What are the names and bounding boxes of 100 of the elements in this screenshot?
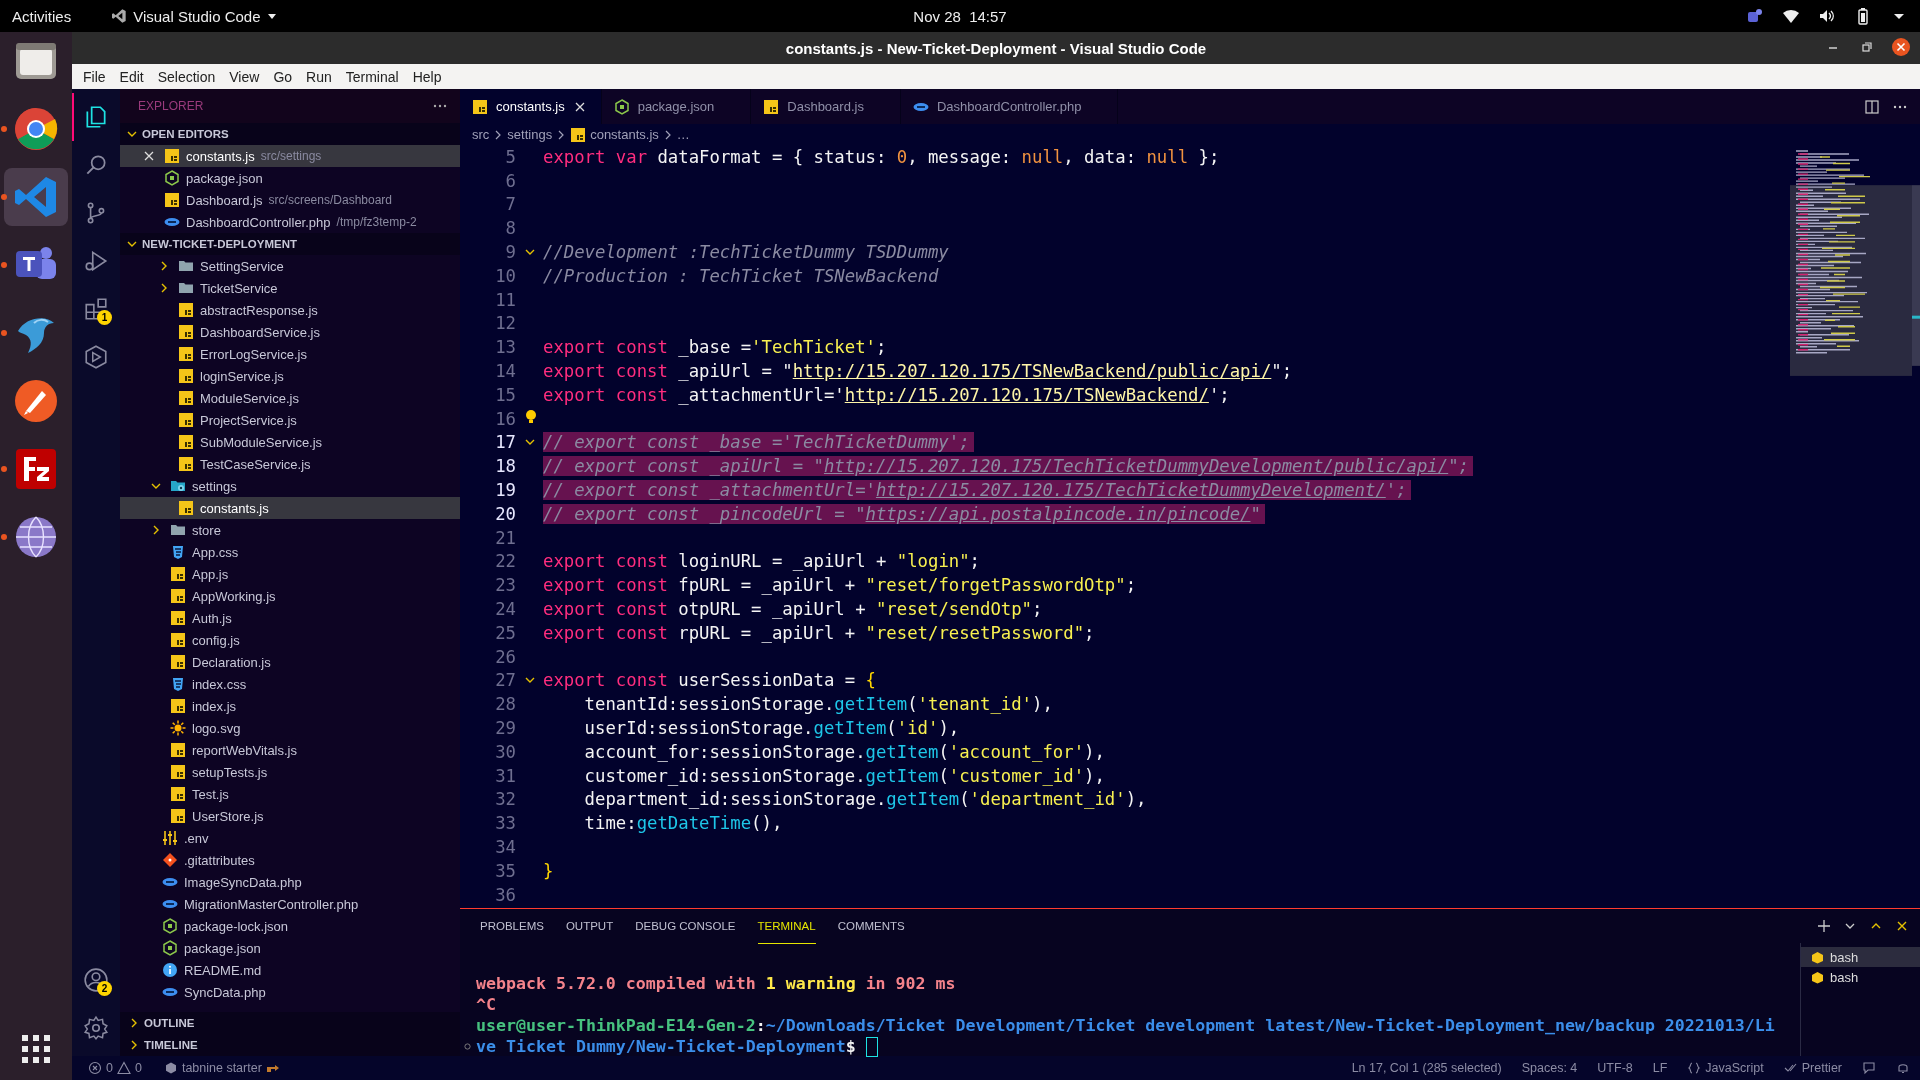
js-file-icon bbox=[170, 654, 186, 670]
app-menu[interactable]: Visual Studio Code bbox=[133, 7, 261, 25]
panel-tab[interactable]: OUTPUT bbox=[565, 908, 614, 944]
menu-item[interactable]: Edit bbox=[112, 68, 151, 85]
file-tree-item[interactable]: SettingService bbox=[120, 255, 460, 277]
file-tree-item[interactable]: abstractResponse.js bbox=[120, 299, 460, 321]
breadcrumb-item[interactable]: settings bbox=[507, 127, 553, 142]
menu-item[interactable]: View bbox=[222, 68, 267, 85]
breadcrumb-item[interactable]: src bbox=[472, 127, 490, 142]
menu-item[interactable]: Selection bbox=[150, 68, 223, 85]
chat-tray-icon[interactable] bbox=[1746, 7, 1764, 25]
file-tree-item[interactable]: constants.js bbox=[120, 497, 460, 519]
lightbulb-icon[interactable] bbox=[524, 408, 538, 425]
file-tree-item[interactable]: .gitattributes bbox=[120, 849, 460, 871]
file-tree-item[interactable]: loginService.js bbox=[120, 365, 460, 387]
open-editor-item[interactable]: constants.js src/settings bbox=[120, 145, 460, 167]
file-tree-item[interactable]: TestCaseService.js bbox=[120, 453, 460, 475]
account-icon[interactable] bbox=[83, 967, 109, 993]
breadcrumb-item[interactable]: constants.js bbox=[590, 127, 659, 142]
files-icon[interactable] bbox=[83, 104, 109, 130]
js-file-icon bbox=[763, 98, 780, 115]
file-tree-item[interactable]: config.js bbox=[120, 629, 460, 651]
file-tree-item[interactable]: ImageSyncData.php bbox=[120, 871, 460, 893]
js-file-icon bbox=[178, 368, 194, 384]
formatter-status[interactable]: Prettier bbox=[1801, 1061, 1842, 1075]
split-editor-icon[interactable] bbox=[1864, 98, 1880, 115]
menu-item[interactable]: Run bbox=[299, 68, 339, 85]
panel-tab[interactable]: TERMINAL bbox=[757, 908, 816, 944]
terminal-session[interactable]: bash bbox=[1801, 967, 1920, 987]
panel-tab[interactable]: COMMENTS bbox=[837, 908, 905, 944]
cursor-position[interactable]: Ln 17, Col 1 (285 selected) bbox=[1351, 1061, 1502, 1075]
plus-icon[interactable] bbox=[1816, 918, 1832, 934]
panel-tab[interactable]: DEBUG CONSOLE bbox=[635, 908, 736, 944]
settings-icon[interactable] bbox=[83, 1015, 109, 1041]
indentation[interactable]: Spaces: 4 bbox=[1521, 1061, 1578, 1075]
line-ending[interactable]: LF bbox=[1652, 1061, 1668, 1075]
open-editor-item[interactable]: DashboardController.php /tmp/fz3temp-2 bbox=[120, 211, 460, 233]
file-tree-item[interactable]: index.js bbox=[120, 695, 460, 717]
file-tree-item[interactable]: SubModuleService.js bbox=[120, 431, 460, 453]
file-tree-item[interactable]: TicketService bbox=[120, 277, 460, 299]
section-header[interactable]: OUTLINE bbox=[144, 1017, 195, 1029]
problems-button[interactable]: 0 0 bbox=[82, 1061, 142, 1075]
file-tree-item[interactable]: index.css bbox=[120, 673, 460, 695]
file-tree-item[interactable]: .env bbox=[120, 827, 460, 849]
file-tree-item[interactable]: UserStore.js bbox=[120, 805, 460, 827]
menu-item[interactable]: File bbox=[76, 68, 113, 85]
close-button[interactable] bbox=[1892, 38, 1910, 56]
browser-icon[interactable] bbox=[12, 105, 60, 153]
pen-app-icon[interactable] bbox=[12, 377, 60, 425]
command-marker-icon[interactable] bbox=[464, 1043, 471, 1050]
file-tree-item[interactable]: package-lock.json bbox=[120, 915, 460, 937]
close-icon[interactable] bbox=[142, 149, 156, 163]
tabnine-status[interactable]: tabnine starter bbox=[181, 1061, 262, 1075]
file-tree-item[interactable]: README.md bbox=[120, 959, 460, 981]
line-number: 9 bbox=[504, 242, 516, 263]
menu-item[interactable]: Go bbox=[266, 68, 300, 85]
terminal-session[interactable]: bash bbox=[1801, 947, 1920, 967]
file-tree-item[interactable]: SyncData.php bbox=[120, 981, 460, 1003]
language-mode[interactable]: JavaScript bbox=[1705, 1061, 1764, 1075]
file-tree-item[interactable]: DashboardService.js bbox=[120, 321, 460, 343]
file-tree-item[interactable]: Declaration.js bbox=[120, 651, 460, 673]
run-debug-icon[interactable] bbox=[83, 248, 109, 274]
file-tree-item[interactable]: store bbox=[120, 519, 460, 541]
terminal-icon bbox=[1811, 950, 1824, 964]
editor-tab[interactable]: constants.js bbox=[460, 89, 602, 124]
js-file-icon bbox=[178, 412, 194, 428]
activities-button[interactable]: Activities bbox=[12, 7, 72, 25]
file-tree-item[interactable]: ModuleService.js bbox=[120, 387, 460, 409]
caret-icon[interactable] bbox=[266, 11, 277, 21]
terminal-line: user@user-ThinkPad-E14-Gen-2:~/Downloads/Ticket Development/Ticket development latest/New-Ticket-Deployment_new/backup 20221013/Li bbox=[476, 1016, 1775, 1035]
extensions-icon[interactable] bbox=[83, 296, 109, 322]
file-tree-item[interactable]: ProjectService.js bbox=[120, 409, 460, 431]
file-tree-item[interactable]: logo.svg bbox=[120, 717, 460, 739]
file-tree-item[interactable]: reportWebVitals.js bbox=[120, 739, 460, 761]
hexagon-play-icon[interactable] bbox=[83, 344, 109, 370]
encoding[interactable]: UTF-8 bbox=[1597, 1061, 1633, 1075]
file-tree-item[interactable]: MigrationMasterController.php bbox=[120, 893, 460, 915]
file-tree-item[interactable]: Test.js bbox=[120, 783, 460, 805]
file-tree-item[interactable]: settings bbox=[120, 475, 460, 497]
file-tree-item[interactable]: AppWorking.js bbox=[120, 585, 460, 607]
file-tree-item[interactable]: App.css bbox=[120, 541, 460, 563]
file-tree-item[interactable]: Auth.js bbox=[120, 607, 460, 629]
file-tree-item[interactable]: ErrorLogService.js bbox=[120, 343, 460, 365]
app-grid-icon[interactable] bbox=[19, 1032, 53, 1066]
open-editor-item[interactable]: package.json bbox=[120, 167, 460, 189]
feedback-icon[interactable] bbox=[1862, 1061, 1876, 1075]
menu-item[interactable]: Help bbox=[405, 68, 449, 85]
line-number: 11 bbox=[494, 289, 516, 310]
section-header[interactable]: TIMELINE bbox=[144, 1039, 198, 1051]
file-tree-item[interactable]: App.js bbox=[120, 563, 460, 585]
open-editor-item[interactable]: Dashboard.js src/screens/Dashboard bbox=[120, 189, 460, 211]
panel-tab[interactable]: PROBLEMS bbox=[480, 908, 544, 944]
clock[interactable]: Nov 28 14:57 bbox=[913, 7, 1007, 25]
breadcrumb-item[interactable]: … bbox=[676, 127, 690, 142]
bell-icon[interactable] bbox=[1896, 1061, 1910, 1075]
wifi-icon[interactable] bbox=[1782, 7, 1800, 25]
menu-item[interactable]: Terminal bbox=[338, 68, 406, 85]
file-tree-item[interactable]: setupTests.js bbox=[120, 761, 460, 783]
section-header[interactable]: OPEN EDITORS bbox=[142, 128, 229, 140]
file-tree-item[interactable]: package.json bbox=[120, 937, 460, 959]
